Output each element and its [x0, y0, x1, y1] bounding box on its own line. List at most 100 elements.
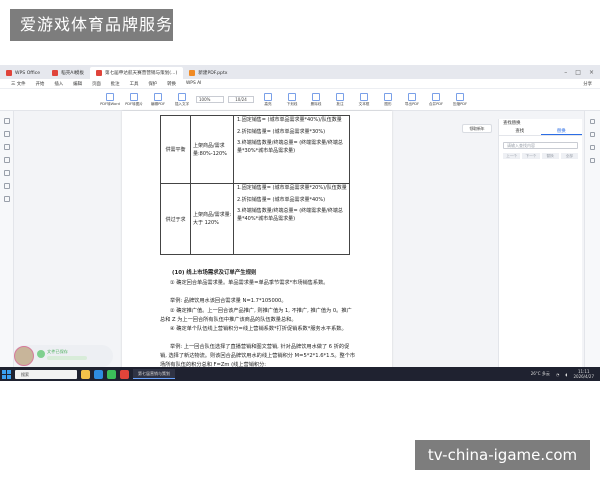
- weather-status[interactable]: 26°C 多云: [531, 371, 550, 377]
- tool-pdf-to-image[interactable]: PDF转图片: [124, 92, 144, 107]
- tab-pptx[interactable]: 新建PDF.pptx: [183, 67, 233, 79]
- table-row: 供需平衡 上架商品/需求量:80%-120% 1.固定销售= (城市单品需求量*…: [161, 116, 349, 184]
- close-icon[interactable]: ×: [589, 69, 594, 76]
- tool-compress-pdf[interactable]: 压缩PDF: [450, 92, 470, 107]
- edit-icon: [154, 92, 162, 101]
- file-explorer-icon[interactable]: [81, 369, 90, 379]
- table-cell: 上架商品/需求量:80%-120%: [191, 116, 234, 183]
- windows-start-icon[interactable]: [2, 369, 11, 379]
- strikethrough-icon: [312, 92, 320, 101]
- wifi-icon[interactable]: ◔: [556, 372, 560, 377]
- clock-date: 2026/4/27: [573, 374, 594, 379]
- tool-comment[interactable]: 批注: [330, 92, 350, 107]
- tool-export-pdf[interactable]: 导出PDF: [402, 92, 422, 107]
- menu-edit[interactable]: 编辑: [68, 81, 87, 87]
- document-page: 供需平衡 上架商品/需求量:80%-120% 1.固定销售= (城市单品需求量*…: [122, 111, 392, 373]
- tool-strikethrough[interactable]: 删除线: [306, 92, 326, 107]
- paragraph: 举例: 品牌饮用水该回合需求量 N=1.7*105000。: [170, 298, 287, 304]
- tab-replace[interactable]: 替换: [540, 128, 582, 135]
- signature-icon[interactable]: [3, 196, 10, 202]
- tool-label: 删除线: [310, 101, 322, 106]
- tab-label: WPS Office: [15, 70, 41, 76]
- tool-highlight[interactable]: 高亮: [258, 92, 278, 107]
- panel-buttons: 上一个 下一个 替换 全部: [503, 153, 578, 159]
- next-button[interactable]: 下一个: [522, 153, 540, 159]
- menu-comment[interactable]: 批注: [106, 81, 125, 87]
- textbox-icon: [360, 92, 368, 101]
- toolbar: PDF转Word PDF转图片 编辑PDF 插入文字 100% 10/24 高亮…: [0, 89, 600, 111]
- widget-progress: [47, 356, 87, 360]
- tool-label: 批注: [336, 101, 344, 106]
- tool-label: 压缩PDF: [452, 101, 468, 106]
- zoom-select[interactable]: 100%: [196, 96, 224, 103]
- replace-all-button[interactable]: 全部: [560, 153, 578, 159]
- menu-wps-ai[interactable]: WPS AI: [181, 81, 206, 86]
- replace-button[interactable]: 替换: [541, 153, 559, 159]
- find-input[interactable]: 请输入查找内容: [503, 142, 578, 149]
- attachment-icon[interactable]: [3, 170, 10, 176]
- tool-edit-pdf[interactable]: 编辑PDF: [148, 92, 168, 107]
- ai-icon[interactable]: [590, 119, 595, 124]
- menu-tools[interactable]: 工具: [125, 81, 144, 87]
- browser-icon[interactable]: [94, 369, 103, 379]
- tool-insert-text[interactable]: 插入文字: [172, 92, 192, 107]
- rule-line: 3.终端销售数量/终端总量= (终端需求量/终端总量*30%*城市单品需求量): [237, 140, 343, 154]
- bookmark-icon[interactable]: [3, 131, 10, 137]
- menu-convert[interactable]: 转换: [162, 81, 181, 87]
- wechat-icon[interactable]: [107, 369, 116, 379]
- merge-icon: [432, 92, 440, 101]
- menu-protect[interactable]: 保护: [143, 81, 162, 87]
- share-button[interactable]: 分享: [583, 81, 592, 87]
- comment-list-icon[interactable]: [3, 144, 10, 150]
- paragraph: ② 确定推广值。上一回合该产品推广, 则推广值为 1, 不推广, 推广值为 0。…: [160, 308, 352, 323]
- left-sidebar: [0, 111, 14, 371]
- volume-icon[interactable]: ◖: [565, 372, 567, 377]
- tool-underline[interactable]: 下划线: [282, 92, 302, 107]
- menu-insert[interactable]: 插入: [49, 81, 68, 87]
- screenshot-frame: WPS Office 稻壳AI模板 第七届申达航天赛营营销与策划(...) 新建…: [0, 65, 600, 381]
- find-replace-panel: 查找替换 查找 替换 请输入查找内容 上一个 下一个 替换 全部: [498, 119, 582, 371]
- promo-button[interactable]: 领取新年: [462, 124, 492, 133]
- prev-button[interactable]: 上一个: [503, 153, 521, 159]
- tab-find[interactable]: 查找: [499, 128, 541, 135]
- paragraph: ① 确定回合单品需求量。单品需求量=单品季节需求*市场销售系数。: [170, 280, 329, 286]
- menu-bar: 三 文件 开始 插入 编辑 页面 批注 工具 保护 转换 WPS AI 分享: [0, 79, 600, 89]
- clock[interactable]: 11:11 2026/4/27: [573, 369, 594, 379]
- layers-icon[interactable]: [3, 183, 10, 189]
- page-input[interactable]: 10/24: [228, 96, 254, 103]
- menu-file[interactable]: 三 文件: [6, 81, 31, 87]
- settings-icon[interactable]: [590, 145, 595, 150]
- underline-icon: [288, 92, 296, 101]
- doc-icon: [52, 70, 59, 76]
- tool-label: 编辑PDF: [150, 101, 166, 106]
- tab-document[interactable]: 第七届申达航天赛营营销与策划(...): [89, 67, 184, 79]
- tool-merge-pdf[interactable]: 合并PDF: [426, 92, 446, 107]
- tab-templates[interactable]: 稻壳AI模板: [46, 67, 90, 79]
- tab-label: 新建PDF.pptx: [198, 71, 228, 76]
- translate-icon[interactable]: [590, 132, 595, 137]
- tool-label: PDF转图片: [125, 101, 143, 106]
- maximize-icon[interactable]: □: [575, 69, 581, 76]
- help-icon[interactable]: [590, 158, 595, 163]
- wps-icon[interactable]: [120, 369, 129, 379]
- taskbar-item-document[interactable]: 第七届营销与策划: [133, 369, 175, 379]
- floating-widget[interactable]: 文件已保存: [13, 345, 113, 367]
- table-cell: 供需平衡: [161, 116, 191, 183]
- widget-title: 文件已保存: [47, 349, 68, 354]
- minimize-icon[interactable]: –: [564, 69, 567, 76]
- tool-pdf-to-word[interactable]: PDF转Word: [100, 92, 120, 107]
- taskbar-search[interactable]: 搜索: [15, 369, 77, 379]
- tool-label: 图形: [384, 101, 392, 106]
- url-watermark: tv-china-igame.com: [415, 440, 590, 470]
- word-icon: [106, 92, 114, 101]
- paragraph: ④ 确定单个队伍线上营销积分=线上营销系数*打折促销系数*服务水平系数。: [170, 326, 347, 332]
- search-icon[interactable]: [3, 157, 10, 163]
- brand-overlay: 爱游戏体育品牌服务: [10, 9, 173, 41]
- menu-page[interactable]: 页面: [87, 81, 106, 87]
- table-cell: 1.固定销售量= (城市单品需求量*20%)/队伍数量 2.折扣销售量= (城市…: [235, 184, 349, 254]
- tool-shape[interactable]: 图形: [378, 92, 398, 107]
- tab-wps-office[interactable]: WPS Office: [0, 67, 46, 79]
- tool-textbox[interactable]: 文本框: [354, 92, 374, 107]
- thumbnail-icon[interactable]: [3, 118, 10, 124]
- menu-home[interactable]: 开始: [31, 81, 50, 87]
